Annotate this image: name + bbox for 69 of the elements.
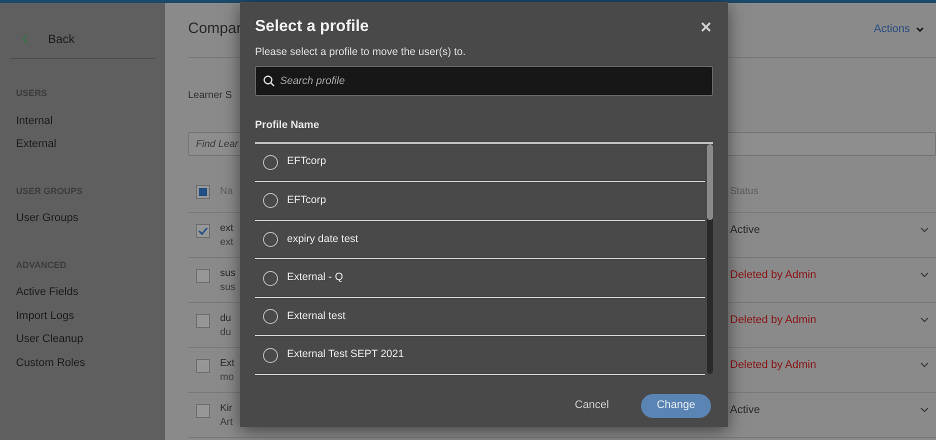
chevron-left-icon — [22, 34, 28, 44]
radio-button[interactable] — [263, 270, 278, 286]
sidebar-item[interactable]: External — [16, 133, 155, 156]
check-icon — [198, 227, 208, 235]
sidebar-item[interactable]: User Cleanup — [16, 328, 155, 352]
profile-option[interactable]: expiry date test — [255, 220, 705, 260]
page-title: Compar — [188, 19, 242, 40]
radio-button[interactable] — [263, 193, 278, 208]
profile-name: External test — [287, 308, 346, 324]
dialog-subtitle: Please select a profile to move the user(s) to. — [255, 45, 467, 60]
profile-option[interactable]: External Test SEPT 2021 — [255, 336, 705, 376]
radio-button[interactable] — [263, 232, 278, 247]
profile-option[interactable]: EFTcorp — [255, 182, 705, 221]
radio-button[interactable] — [263, 309, 278, 324]
checkbox[interactable] — [196, 224, 210, 238]
change-button[interactable]: Change — [641, 394, 711, 418]
chevron-down-icon[interactable] — [920, 407, 929, 413]
profile-name: expiry date test — [287, 232, 358, 247]
cancel-button[interactable]: Cancel — [562, 394, 621, 418]
back-link[interactable]: Back — [10, 30, 155, 59]
close-button[interactable] — [699, 20, 713, 34]
checkbox[interactable] — [196, 359, 210, 373]
sidebar-item[interactable]: Custom Roles — [16, 352, 155, 375]
profile-option[interactable]: External test — [255, 298, 705, 336]
checkbox[interactable] — [196, 269, 210, 283]
column-header: Profile Name — [255, 118, 320, 133]
sidebar-item[interactable]: User Groups — [16, 207, 155, 230]
profile-option[interactable]: External - Q — [255, 259, 705, 298]
user-name: Kir — [220, 402, 232, 416]
profile-name: External Test SEPT 2021 — [287, 347, 404, 362]
sidebar-item[interactable]: Active Fields — [16, 281, 155, 304]
user-name: du — [220, 312, 232, 326]
user-name: sus — [220, 267, 236, 281]
profile-name: EFTcorp — [287, 154, 326, 170]
select-all-checkbox[interactable] — [196, 184, 210, 198]
actions-menu[interactable]: Actions — [874, 21, 924, 38]
chevron-down-icon[interactable] — [920, 362, 929, 368]
close-icon — [701, 22, 711, 32]
chevron-down-icon[interactable] — [920, 227, 929, 233]
user-name: ext — [220, 222, 234, 236]
filter-label: Learner S — [188, 88, 232, 102]
status-text: Deleted by Admin — [730, 358, 818, 373]
sidebar-item[interactable]: Internal — [16, 110, 155, 133]
profile-search-field[interactable]: Search profile — [255, 66, 713, 96]
radio-button[interactable] — [263, 348, 278, 363]
chevron-down-icon — [916, 26, 924, 32]
search-icon — [263, 74, 275, 87]
user-detail: sus — [220, 281, 236, 295]
user-detail: ext — [220, 236, 234, 250]
dialog-title: Select a profile — [255, 17, 369, 37]
status-text: Deleted by Admin — [730, 313, 818, 328]
status-text: Active — [730, 223, 761, 238]
user-detail: Art — [220, 416, 233, 430]
search-placeholder: Find Lear — [196, 138, 238, 152]
scrollbar[interactable] — [707, 144, 713, 374]
chevron-down-icon[interactable] — [920, 317, 929, 323]
checkbox[interactable] — [196, 314, 210, 328]
profile-name: External - Q — [287, 270, 344, 286]
user-detail: du — [220, 326, 232, 340]
status-text: Deleted by Admin — [730, 268, 818, 283]
checkbox[interactable] — [196, 404, 210, 418]
radio-button[interactable] — [263, 154, 278, 170]
chevron-down-icon[interactable] — [920, 272, 929, 278]
user-name: Ext — [220, 357, 234, 371]
status-text: Active — [730, 403, 761, 418]
profile-option[interactable]: EFTcorp — [255, 144, 705, 182]
profile-name: EFTcorp — [287, 193, 326, 208]
sidebar-item[interactable]: Import Logs — [16, 304, 155, 328]
user-detail: mo — [220, 371, 234, 385]
